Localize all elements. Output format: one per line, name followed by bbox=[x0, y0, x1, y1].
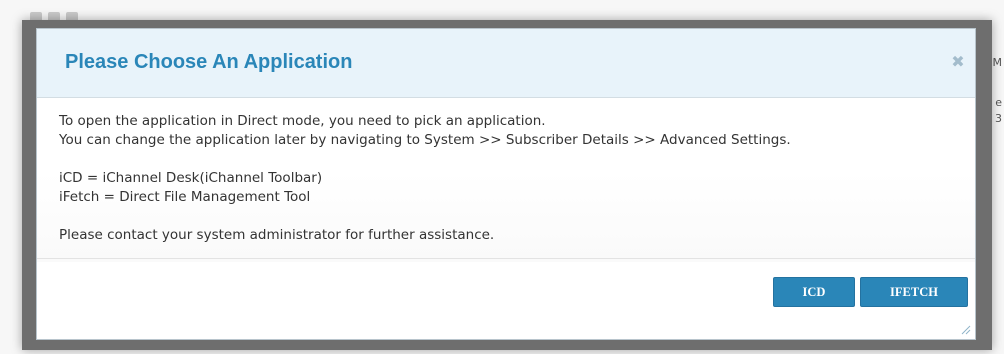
ifetch-button[interactable]: IFETCH bbox=[860, 277, 968, 307]
choose-application-dialog: Please Choose An Application ✖ To open t… bbox=[36, 28, 976, 340]
ifetch-definition: iFetch = Direct File Management Tool bbox=[59, 189, 311, 205]
resize-grip-icon[interactable] bbox=[959, 323, 971, 335]
close-icon[interactable]: ✖ bbox=[951, 54, 965, 70]
instruction-text: To open the application in Direct mode, … bbox=[59, 113, 546, 129]
contact-admin-text: Please contact your system administrator… bbox=[59, 227, 495, 243]
icd-button[interactable]: ICD bbox=[773, 277, 855, 307]
background-edge-text: e bbox=[995, 96, 1002, 109]
icd-definition: iCD = iChannel Desk(iChannel Toolbar) bbox=[59, 170, 323, 186]
instruction-text: You can change the application later by … bbox=[59, 132, 791, 148]
background-edge-text: M bbox=[992, 56, 1003, 69]
dialog-body: To open the application in Direct mode, … bbox=[37, 98, 975, 262]
background-edge-text: 3 bbox=[995, 112, 1002, 125]
dialog-header: Please Choose An Application ✖ bbox=[37, 29, 975, 98]
screen: M e 3 Please Choose An Application ✖ To … bbox=[0, 0, 1004, 354]
dialog-title: Please Choose An Application bbox=[65, 51, 353, 73]
dialog-footer: ICD IFETCH bbox=[37, 258, 975, 339]
